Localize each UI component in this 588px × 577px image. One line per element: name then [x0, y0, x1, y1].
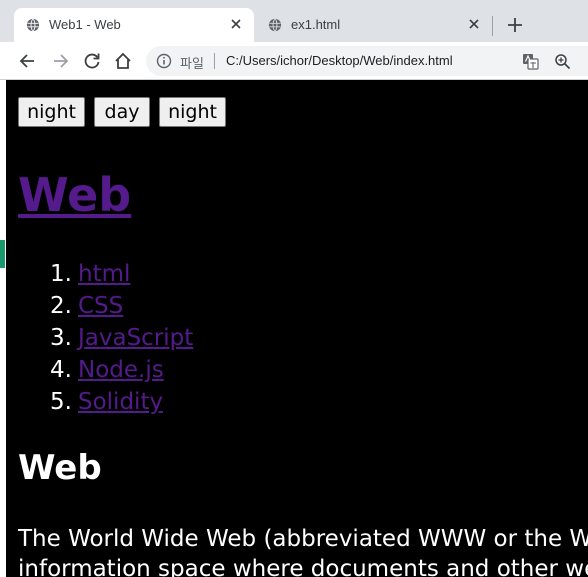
translate-icon[interactable] — [522, 53, 539, 70]
browser-toolbar: 파일 C:/Users/ichor/Desktop/Web/index.html — [0, 42, 588, 80]
close-icon[interactable] — [466, 16, 482, 32]
tab-title: Web1 - Web — [49, 17, 121, 32]
browser-chrome: Web1 - Web ex1.html 파일 C:/Users/ichor/De… — [0, 0, 588, 80]
night-button-2[interactable]: night — [159, 97, 226, 127]
back-icon[interactable] — [18, 51, 38, 71]
list-item: 5. Solidity — [18, 386, 578, 418]
page-title-link[interactable]: Web — [18, 168, 131, 222]
address-bar[interactable]: 파일 C:/Users/ichor/Desktop/Web/index.html — [146, 46, 588, 76]
list-item: 4. Node.js — [18, 354, 578, 386]
reload-icon[interactable] — [82, 51, 102, 71]
tab-strip: Web1 - Web ex1.html — [0, 0, 588, 42]
info-icon[interactable] — [156, 53, 172, 69]
list-number: 2. — [50, 293, 72, 319]
forward-icon[interactable] — [50, 51, 70, 71]
edge-marker — [0, 240, 5, 268]
url-text[interactable]: C:/Users/ichor/Desktop/Web/index.html — [226, 53, 453, 68]
link-nodejs[interactable]: Node.js — [78, 354, 164, 386]
night-button[interactable]: night — [18, 97, 85, 127]
link-solidity[interactable]: Solidity — [78, 386, 163, 418]
page-viewport: night day night Web 1. html 2. CSS 3. Ja… — [6, 80, 588, 577]
address-divider — [214, 53, 215, 69]
link-html[interactable]: html — [78, 258, 130, 290]
globe-icon — [268, 18, 282, 32]
list-number: 1. — [50, 261, 72, 287]
paragraph-line: The World Wide Web (abbreviated WWW or t… — [18, 526, 588, 552]
scheme-label: 파일 — [180, 57, 204, 72]
close-icon[interactable] — [228, 16, 244, 32]
list-number: 4. — [50, 357, 72, 383]
tab-ex1[interactable]: ex1.html — [256, 8, 492, 42]
globe-icon — [26, 18, 40, 32]
body-paragraph: The World Wide Web (abbreviated WWW or t… — [18, 524, 588, 577]
list-number: 5. — [50, 389, 72, 415]
zoom-icon[interactable] — [554, 53, 571, 70]
list-number: 3. — [50, 325, 72, 351]
topic-list: 1. html 2. CSS 3. JavaScript 4. Node.js … — [18, 258, 578, 418]
tab-title: ex1.html — [291, 17, 341, 32]
new-tab-icon[interactable] — [505, 15, 525, 35]
list-item: 1. html — [18, 258, 578, 290]
paragraph-line: information space where documents and ot… — [18, 556, 588, 577]
list-item: 3. JavaScript — [18, 322, 578, 354]
link-css[interactable]: CSS — [78, 290, 123, 322]
link-javascript[interactable]: JavaScript — [78, 322, 193, 354]
section-heading: Web — [18, 448, 102, 488]
tab-separator — [492, 16, 493, 36]
tab-web1[interactable]: Web1 - Web — [14, 8, 254, 42]
day-button[interactable]: day — [94, 97, 150, 127]
home-icon[interactable] — [113, 51, 133, 71]
list-item: 2. CSS — [18, 290, 578, 322]
